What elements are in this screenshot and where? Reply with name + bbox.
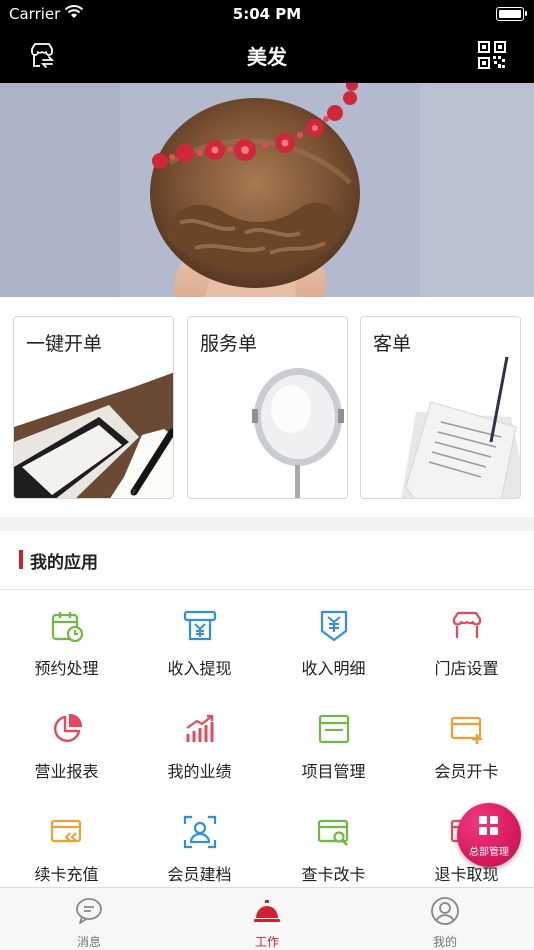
quick-card-service-order[interactable]: 服务单 [187, 316, 348, 499]
app-business-report[interactable]: 营业报表 [0, 694, 133, 797]
app-income-detail[interactable]: 收入明细 [267, 591, 400, 694]
quick-card-customer-order[interactable]: 客单 [360, 316, 521, 499]
member-scan-icon [183, 815, 217, 849]
app-label: 续卡充值 [34, 865, 99, 884]
app-card-lookup[interactable]: 查卡改卡 [267, 797, 400, 900]
section-accent-bar [19, 550, 23, 569]
service-bell-icon [254, 900, 280, 922]
app-member-profile[interactable]: 会员建档 [133, 797, 266, 900]
nav-bar: 美发 [0, 28, 534, 83]
app-store-settings[interactable]: 门店设置 [400, 591, 533, 694]
user-icon [431, 897, 459, 925]
section-header: 我的应用 [0, 531, 534, 590]
hair-banner-image [0, 83, 534, 297]
app-label: 预约处理 [34, 659, 99, 678]
calendar-clock-icon [51, 612, 84, 643]
my-apps-section: 我的应用 预约处理 收入提现 收入明细 门店设置 营业报表 我的业绩 项目管理 … [0, 531, 534, 887]
app-label: 会员开卡 [434, 762, 499, 781]
hq-management-button[interactable]: 总部管理 [457, 803, 521, 867]
quick-card-open-order[interactable]: 一键开单 [13, 316, 174, 499]
yuan-detail-icon [320, 610, 348, 642]
qr-code-icon[interactable] [476, 39, 508, 71]
app-label: 退卡取现 [434, 865, 499, 884]
hero-banner[interactable] [0, 83, 534, 297]
window-list-icon [318, 714, 350, 744]
quick-actions: 一键开单 服务单 客单 [0, 297, 534, 517]
status-bar: Carrier 5:04 PM [0, 0, 534, 28]
page-title: 美发 [247, 45, 287, 69]
app-label: 项目管理 [301, 762, 366, 781]
app-label: 收入提现 [167, 659, 232, 678]
tab-label: 工作 [254, 935, 279, 949]
tab-bar: 消息 工作 我的 [0, 887, 534, 950]
tab-label: 消息 [76, 935, 101, 949]
storefront-icon [452, 611, 482, 638]
app-open-member-card[interactable]: 会员开卡 [400, 694, 533, 797]
hq-management-label: 总部管理 [469, 847, 509, 858]
battery-icon [496, 7, 527, 21]
yuan-withdraw-icon [183, 610, 217, 641]
card-add-icon [450, 716, 482, 744]
pie-chart-icon [54, 713, 83, 742]
app-label: 我的业绩 [167, 762, 232, 781]
clock: 5:04 PM [232, 5, 302, 23]
app-label: 营业报表 [34, 762, 99, 781]
tab-work[interactable]: 工作 [178, 888, 356, 950]
card-recharge-icon [50, 819, 82, 843]
quick-card-label: 一键开单 [26, 333, 103, 355]
chat-icon [76, 898, 102, 924]
bar-trend-icon [186, 714, 214, 742]
app-label: 收入明细 [301, 659, 366, 678]
tab-messages[interactable]: 消息 [0, 888, 178, 950]
app-withdraw[interactable]: 收入提现 [133, 591, 266, 694]
app-label: 查卡改卡 [301, 865, 366, 884]
grid-apps-icon [479, 816, 498, 835]
card-search-icon [317, 819, 349, 846]
quick-card-label: 服务单 [200, 333, 258, 355]
tab-label: 我的 [432, 935, 457, 949]
app-appointment[interactable]: 预约处理 [0, 591, 133, 694]
app-card-recharge[interactable]: 续卡充值 [0, 797, 133, 900]
section-title: 我的应用 [30, 553, 98, 573]
quick-card-label: 客单 [373, 333, 412, 355]
tab-mine[interactable]: 我的 [356, 888, 534, 950]
app-my-performance[interactable]: 我的业绩 [133, 694, 266, 797]
app-label: 门店设置 [434, 659, 499, 678]
app-project-management[interactable]: 项目管理 [267, 694, 400, 797]
app-label: 会员建档 [167, 865, 232, 884]
